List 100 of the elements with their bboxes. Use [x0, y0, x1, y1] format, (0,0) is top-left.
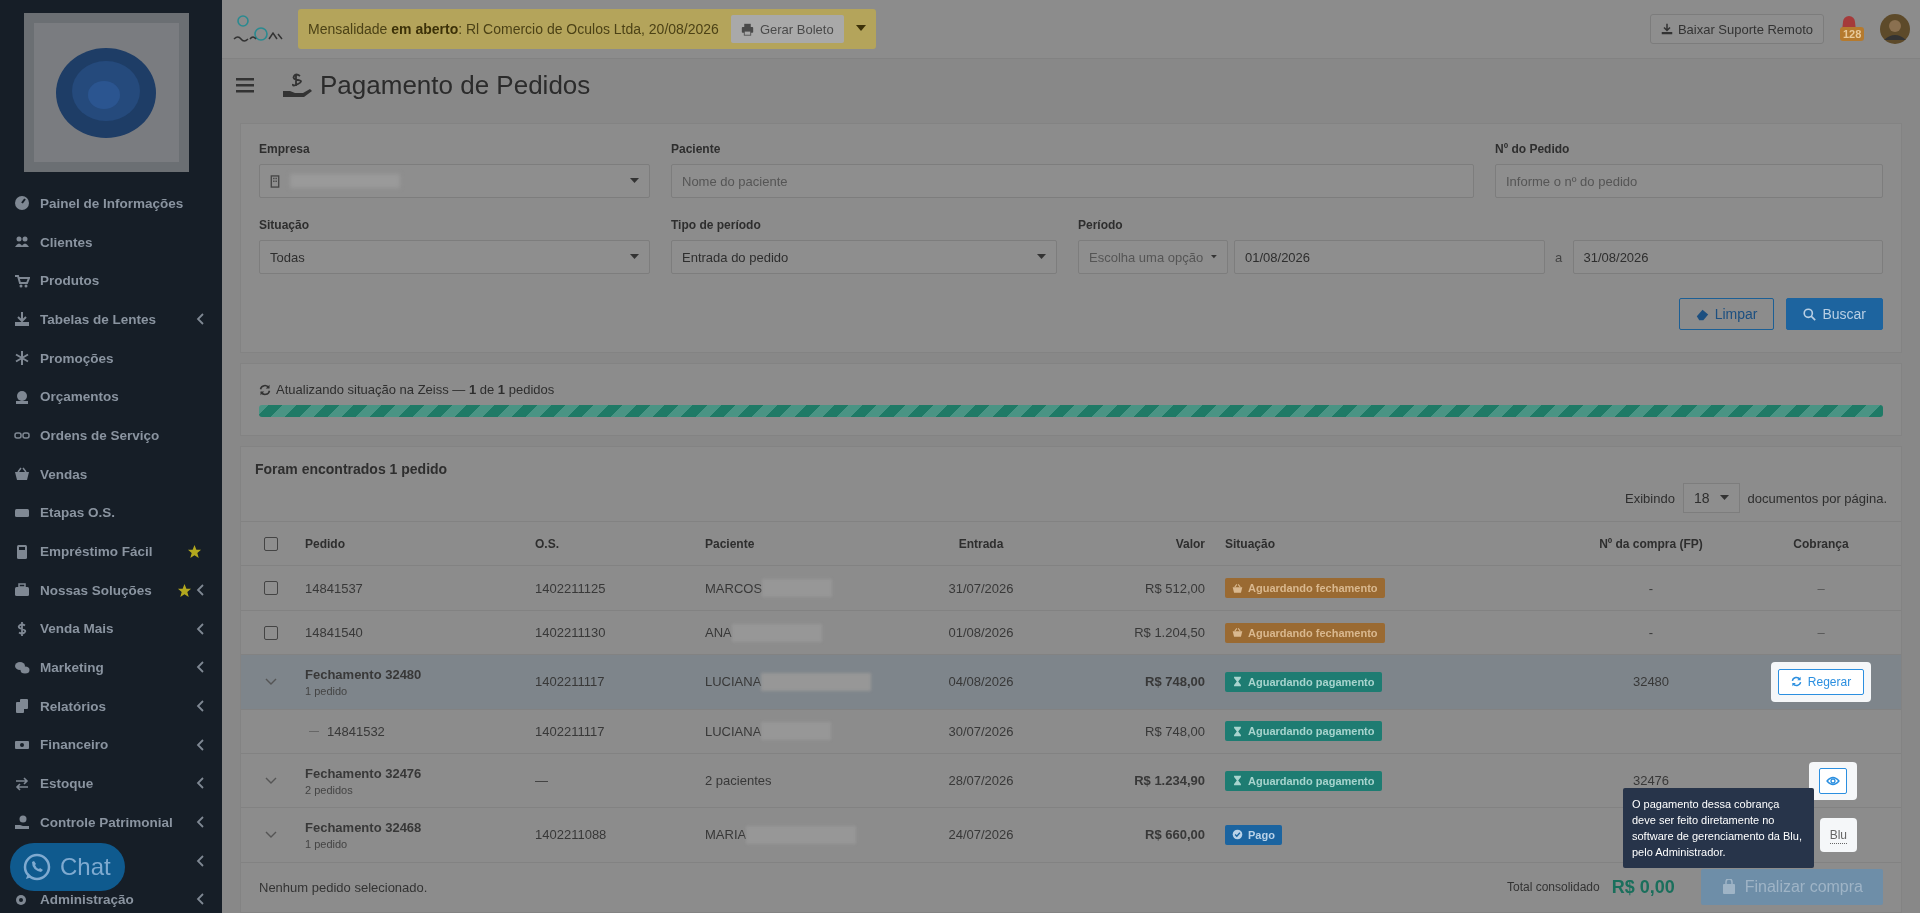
sidebar-item[interactable]: Etapas O.S.	[40, 505, 208, 521]
caret-down-icon	[1719, 495, 1729, 501]
progress-status: Atualizando situação na Zeiss — 1 de 1 pedidos	[276, 382, 555, 397]
shopping-bag-icon	[1720, 879, 1737, 896]
notification-count: 128	[1840, 27, 1865, 41]
select-field[interactable]	[259, 164, 650, 198]
chevron-left-icon	[196, 622, 206, 635]
date-field[interactable]: 31/08/2026	[1572, 240, 1883, 274]
caret-down-icon	[1037, 254, 1046, 260]
chat-bubbles-icon	[14, 659, 30, 676]
status-badge: Aguardando fechamento	[1225, 622, 1385, 643]
selection-status: Nenhum pedido selecionado.	[259, 879, 428, 895]
table-cell: MARCOS	[705, 580, 763, 596]
table-cell: 14841540	[305, 625, 363, 641]
table-cell: 1402211117	[535, 674, 605, 690]
page-size-select[interactable]: 18	[1682, 483, 1740, 513]
table-cell: R$ 748,00	[1145, 723, 1205, 739]
sidebar-item[interactable]: Venda Mais	[40, 621, 208, 637]
page-size-label: Exibindo	[1625, 490, 1675, 506]
select-field[interactable]: Entrada do pedido	[671, 240, 1057, 274]
sidebar-item[interactable]: Marketing	[40, 660, 208, 676]
checkbox[interactable]	[264, 581, 278, 596]
status-badge: Aguardando pagamento	[1225, 721, 1382, 742]
table-cell: R$ 1.234,90	[1134, 773, 1205, 789]
eye-icon	[1826, 775, 1840, 786]
calculator-icon	[14, 543, 30, 560]
sidebar-item[interactable]: Tabelas de Lentes	[40, 311, 208, 327]
basket-icon	[1232, 627, 1243, 639]
search-icon	[1803, 307, 1817, 321]
status-badge: Aguardando pagamento	[1225, 671, 1382, 692]
chevron-left-icon	[196, 854, 206, 867]
date-field[interactable]: 01/08/2026	[1234, 240, 1545, 274]
table-cell: 24/07/2026	[948, 827, 1014, 843]
tree-dash	[309, 730, 319, 732]
text-field[interactable]: Nome do paciente	[671, 164, 1474, 198]
table-cell: 30/07/2026	[948, 723, 1014, 739]
building-icon	[270, 174, 280, 188]
table-cell: R$ 748,00	[1145, 674, 1205, 690]
table-cell: R$ 1.204,50	[1134, 625, 1205, 641]
star-icon	[177, 582, 192, 598]
chevron-down-icon	[265, 677, 277, 686]
hand-coin-icon	[14, 814, 30, 831]
sidebar-item[interactable]: Vendas	[40, 466, 208, 482]
sidebar-item[interactable]: Financeiro	[40, 737, 208, 753]
order-count: 1 pedido	[305, 684, 349, 697]
sidebar-item[interactable]: Nossas Soluções	[40, 582, 208, 598]
checkbox[interactable]	[264, 625, 278, 640]
sidebar-item[interactable]: Controle Patrimonial	[40, 814, 208, 830]
caret-down-icon	[1211, 254, 1217, 260]
sidebar-item[interactable]: Painel de Informações	[40, 195, 208, 211]
arrows-icon	[14, 775, 30, 792]
select-field[interactable]: Todas	[259, 240, 650, 274]
sidebar-item[interactable]: Produtos	[40, 273, 208, 289]
table-cell: –	[1817, 625, 1825, 641]
chevron-left-icon	[196, 313, 206, 326]
column-header: Nº da compra (FP)	[1599, 536, 1703, 551]
view-button[interactable]	[1819, 767, 1847, 794]
table-cell: R$ 512,00	[1145, 580, 1205, 596]
sidebar-item[interactable]: Ordens de Serviço	[40, 427, 208, 443]
sidebar-item[interactable]: Clientes	[40, 234, 208, 250]
caret-down-icon	[855, 25, 866, 33]
table-cell: –	[1817, 580, 1825, 596]
column-header: Pedido	[305, 536, 345, 551]
closing-title: Fechamento 32476	[305, 765, 423, 781]
sidebar-item[interactable]: Estoque	[40, 776, 208, 792]
table-cell: 01/08/2026	[948, 625, 1014, 641]
basket-icon	[14, 466, 30, 483]
company-logo-icon	[232, 14, 284, 44]
chat-button[interactable]: Chat	[10, 843, 125, 891]
download-icon	[1660, 23, 1673, 35]
table-cell: 32480	[1632, 674, 1670, 690]
refresh-icon	[1790, 676, 1802, 688]
download-icon	[14, 311, 30, 328]
field-label: Paciente	[671, 142, 722, 156]
sidebar-item[interactable]: Promoções	[40, 350, 208, 366]
download-support-button[interactable]: Baixar Suporte Remoto	[1649, 14, 1824, 44]
sidebar-item[interactable]: Administração	[40, 892, 208, 908]
hourglass-icon	[1232, 725, 1243, 737]
field-label: Tipo de período	[671, 218, 762, 232]
total-label: Total consolidado	[1506, 880, 1600, 895]
regenerate-button[interactable]: Regerar	[1777, 668, 1865, 695]
sidebar-item[interactable]: Empréstimo Fácil	[40, 544, 208, 560]
table-cell: 1402211088	[535, 827, 607, 843]
checkbox[interactable]	[264, 536, 278, 551]
caret-down-icon	[630, 178, 639, 184]
column-header: Valor	[1175, 536, 1205, 551]
table-cell: MARIA	[705, 827, 747, 843]
search-button[interactable]: Buscar	[1786, 298, 1883, 330]
menu-icon	[236, 77, 254, 93]
sidebar-item[interactable]: Orçamentos	[40, 389, 208, 405]
generate-boleto-button[interactable]: Gerar Boleto	[730, 15, 844, 43]
order-count: 2 pedidos	[305, 783, 354, 796]
sidebar-item[interactable]: Relatórios	[40, 698, 208, 714]
chevron-left-icon	[196, 738, 206, 751]
table-cell: -	[1648, 625, 1654, 641]
column-header: Cobrança	[1793, 536, 1849, 551]
phone-bubble-icon	[22, 852, 52, 882]
status-badge: Pago	[1225, 825, 1282, 845]
refresh-icon	[259, 383, 271, 396]
check-circle-icon	[1232, 829, 1243, 841]
